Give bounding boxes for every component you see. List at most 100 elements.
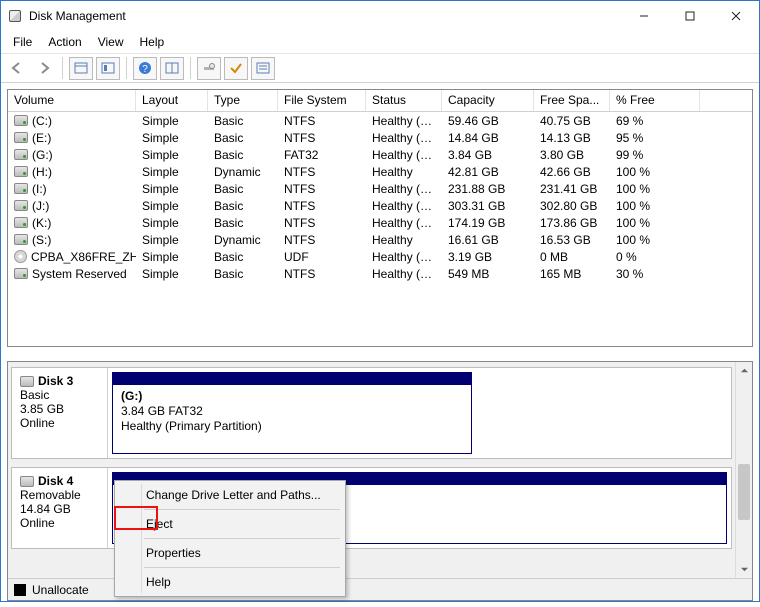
disk-info[interactable]: Disk 4Removable14.84 GBOnline <box>12 468 108 548</box>
cell-filesystem: NTFS <box>278 114 366 128</box>
partition-label: (G:) <box>121 389 463 404</box>
cell-filesystem: NTFS <box>278 182 366 196</box>
cell-capacity: 549 MB <box>442 267 534 281</box>
partition[interactable]: (G:)3.84 GB FAT32Healthy (Primary Partit… <box>112 372 472 454</box>
drive-icon <box>14 115 28 126</box>
volume-name: (S:) <box>32 233 51 247</box>
cell-pctfree: 0 % <box>610 250 700 264</box>
context-menu: Change Drive Letter and Paths... Eject P… <box>114 480 346 597</box>
menu-help[interactable]: Help <box>132 33 173 51</box>
cell-filesystem: NTFS <box>278 165 366 179</box>
window-controls <box>621 1 759 31</box>
table-row[interactable]: (C:)SimpleBasicNTFSHealthy (B...59.46 GB… <box>8 112 752 129</box>
refresh-button[interactable] <box>160 57 184 80</box>
table-row[interactable]: CPBA_X86FRE_ZH...SimpleBasicUDFHealthy (… <box>8 248 752 265</box>
table-row[interactable]: (K:)SimpleBasicNTFSHealthy (P...174.19 G… <box>8 214 752 231</box>
col-layout[interactable]: Layout <box>136 90 208 111</box>
context-menu-change-drive-letter[interactable]: Change Drive Letter and Paths... <box>118 484 342 506</box>
scroll-thumb[interactable] <box>738 464 750 520</box>
cell-layout: Simple <box>136 165 208 179</box>
toolbar-settings-button[interactable] <box>197 57 221 80</box>
drive-icon <box>14 149 28 160</box>
table-row[interactable]: (I:)SimpleBasicNTFSHealthy (P...231.88 G… <box>8 180 752 197</box>
cell-volume: CPBA_X86FRE_ZH... <box>8 250 136 264</box>
menu-view[interactable]: View <box>90 33 132 51</box>
maximize-button[interactable] <box>667 1 713 31</box>
col-free[interactable]: Free Spa... <box>534 90 610 111</box>
disk-status: Online <box>20 416 99 430</box>
volume-name: (C:) <box>32 114 52 128</box>
menu-action[interactable]: Action <box>40 33 89 51</box>
cell-filesystem: NTFS <box>278 216 366 230</box>
vertical-scrollbar[interactable] <box>735 362 752 578</box>
cell-layout: Simple <box>136 233 208 247</box>
table-row[interactable]: (S:)SimpleDynamicNTFSHealthy16.61 GB16.5… <box>8 231 752 248</box>
context-menu-help[interactable]: Help <box>118 571 342 593</box>
table-row[interactable]: (E:)SimpleBasicNTFSHealthy (P...14.84 GB… <box>8 129 752 146</box>
table-row[interactable]: (G:)SimpleBasicFAT32Healthy (P...3.84 GB… <box>8 146 752 163</box>
showhide-tree-button[interactable] <box>69 57 93 80</box>
col-pctfree[interactable]: % Free <box>610 90 700 111</box>
cell-capacity: 174.19 GB <box>442 216 534 230</box>
scroll-up-button[interactable] <box>736 362 752 379</box>
table-row[interactable]: System ReservedSimpleBasicNTFSHealthy (S… <box>8 265 752 282</box>
cell-pctfree: 99 % <box>610 148 700 162</box>
cell-filesystem: FAT32 <box>278 148 366 162</box>
scroll-down-button[interactable] <box>736 561 752 578</box>
volume-name: (J:) <box>32 199 49 213</box>
cell-volume: (I:) <box>8 182 136 196</box>
volume-name: (G:) <box>32 148 53 162</box>
context-menu-properties[interactable]: Properties <box>118 542 342 564</box>
table-row[interactable]: (H:)SimpleDynamicNTFSHealthy42.81 GB42.6… <box>8 163 752 180</box>
cell-free: 40.75 GB <box>534 114 610 128</box>
cd-icon <box>14 250 27 263</box>
cell-type: Basic <box>208 250 278 264</box>
cell-status: Healthy (P... <box>366 216 442 230</box>
back-button[interactable] <box>5 57 29 80</box>
context-menu-eject[interactable]: Eject <box>118 513 342 535</box>
close-button[interactable] <box>713 1 759 31</box>
toolbar-more-button[interactable] <box>251 57 275 80</box>
cell-capacity: 303.31 GB <box>442 199 534 213</box>
cell-status: Healthy (P... <box>366 148 442 162</box>
cell-status: Healthy <box>366 165 442 179</box>
cell-type: Basic <box>208 131 278 145</box>
toolbar-check-button[interactable] <box>224 57 248 80</box>
col-capacity[interactable]: Capacity <box>442 90 534 111</box>
disk-block: Disk 3Basic3.85 GBOnline(G:)3.84 GB FAT3… <box>12 368 731 458</box>
partition-bar <box>113 373 471 385</box>
menu-file[interactable]: File <box>5 33 40 51</box>
table-row[interactable]: (J:)SimpleBasicNTFSHealthy (P...303.31 G… <box>8 197 752 214</box>
cell-pctfree: 30 % <box>610 267 700 281</box>
cell-pctfree: 69 % <box>610 114 700 128</box>
legend-unallocated-label: Unallocate <box>32 583 89 597</box>
toolbar-separator <box>62 57 63 79</box>
scroll-track[interactable] <box>736 379 752 561</box>
disk-size: 3.85 GB <box>20 402 99 416</box>
cell-type: Basic <box>208 182 278 196</box>
disk-bus: Basic <box>20 388 99 402</box>
forward-button[interactable] <box>32 57 56 80</box>
cell-free: 165 MB <box>534 267 610 281</box>
volume-name: (E:) <box>32 131 51 145</box>
disk-info[interactable]: Disk 3Basic3.85 GBOnline <box>12 368 108 458</box>
cell-capacity: 14.84 GB <box>442 131 534 145</box>
cell-capacity: 231.88 GB <box>442 182 534 196</box>
volume-rows: (C:)SimpleBasicNTFSHealthy (B...59.46 GB… <box>8 112 752 282</box>
context-menu-gutter <box>141 484 142 593</box>
col-volume[interactable]: Volume <box>8 90 136 111</box>
minimize-button[interactable] <box>621 1 667 31</box>
cell-volume: (J:) <box>8 199 136 213</box>
help-button[interactable]: ? <box>133 57 157 80</box>
volume-name: CPBA_X86FRE_ZH... <box>31 250 136 264</box>
col-status[interactable]: Status <box>366 90 442 111</box>
drive-icon <box>14 234 28 245</box>
cell-status: Healthy (B... <box>366 114 442 128</box>
menu-bar: File Action View Help <box>1 31 759 53</box>
col-filesystem[interactable]: File System <box>278 90 366 111</box>
cell-filesystem: NTFS <box>278 233 366 247</box>
svg-text:?: ? <box>142 64 148 75</box>
cell-free: 0 MB <box>534 250 610 264</box>
toolbar-properties-button[interactable] <box>96 57 120 80</box>
col-type[interactable]: Type <box>208 90 278 111</box>
